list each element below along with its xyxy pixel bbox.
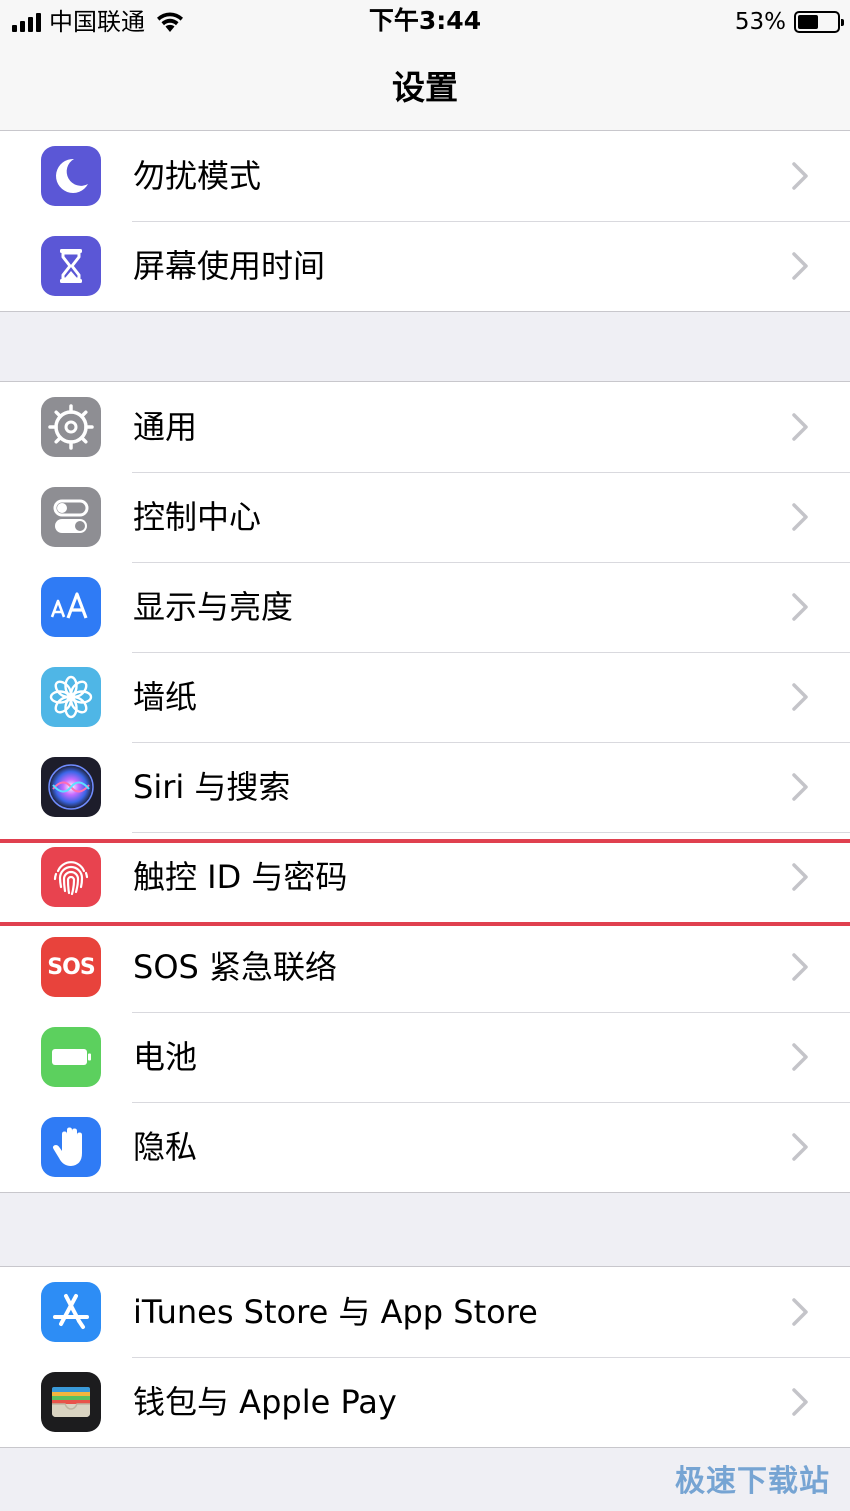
app-store-icon xyxy=(41,1282,101,1342)
moon-icon xyxy=(41,146,101,206)
battery-indicator-icon xyxy=(794,11,844,33)
settings-row-display-brightness[interactable]: 显示与亮度 xyxy=(0,562,850,652)
settings-row-itunes-app-store[interactable]: iTunes Store 与 App Store xyxy=(0,1267,850,1357)
status-bar: 中国联通 下午3:44 53% xyxy=(0,0,850,44)
fingerprint-icon xyxy=(41,847,101,907)
chevron-right-icon xyxy=(792,413,808,441)
gear-icon xyxy=(41,397,101,457)
sos-icon: SOS xyxy=(41,937,101,997)
wallet-icon xyxy=(41,1372,101,1432)
row-label: 控制中心 xyxy=(133,498,262,536)
siri-icon xyxy=(41,757,101,817)
settings-group-system: 通用 控制中心 显示与亮度 墙纸 Siri 与搜索 触控 ID 与密码 SOS … xyxy=(0,381,850,1193)
settings-group-focus: 勿扰模式 屏幕使用时间 xyxy=(0,130,850,312)
settings-row-wallet-apple-pay[interactable]: 钱包与 Apple Pay xyxy=(0,1357,850,1447)
chevron-right-icon xyxy=(792,1298,808,1326)
text-size-icon xyxy=(41,577,101,637)
chevron-right-icon xyxy=(792,1388,808,1416)
chevron-right-icon xyxy=(792,503,808,531)
row-label: 屏幕使用时间 xyxy=(133,247,326,285)
row-label: 通用 xyxy=(133,408,198,446)
row-label: 勿扰模式 xyxy=(133,157,262,195)
hand-icon xyxy=(41,1117,101,1177)
row-label: 触控 ID 与密码 xyxy=(133,858,348,896)
sos-icon-text: SOS xyxy=(47,954,95,980)
status-time: 下午3:44 xyxy=(368,6,482,35)
row-label: iTunes Store 与 App Store xyxy=(133,1293,538,1331)
row-label: SOS 紧急联络 xyxy=(133,948,337,986)
chevron-right-icon xyxy=(792,162,808,190)
chevron-right-icon xyxy=(792,593,808,621)
chevron-right-icon xyxy=(792,863,808,891)
chevron-right-icon xyxy=(792,252,808,280)
settings-row-general[interactable]: 通用 xyxy=(0,382,850,472)
chevron-right-icon xyxy=(792,1133,808,1161)
row-label: 隐私 xyxy=(133,1128,198,1166)
settings-row-wallpaper[interactable]: 墙纸 xyxy=(0,652,850,742)
settings-row-emergency-sos[interactable]: SOS SOS 紧急联络 xyxy=(0,922,850,1012)
chevron-right-icon xyxy=(792,683,808,711)
battery-icon xyxy=(41,1027,101,1087)
navigation-bar: 设置 xyxy=(0,44,850,131)
settings-row-do-not-disturb[interactable]: 勿扰模式 xyxy=(0,131,850,221)
settings-screen: 中国联通 下午3:44 53% 设置 勿扰模式 屏幕使用时间 通用 控制中心 显… xyxy=(0,0,850,1511)
settings-row-privacy[interactable]: 隐私 xyxy=(0,1102,850,1192)
settings-row-battery[interactable]: 电池 xyxy=(0,1012,850,1102)
settings-row-siri-search[interactable]: Siri 与搜索 xyxy=(0,742,850,832)
settings-group-stores: iTunes Store 与 App Store 钱包与 Apple Pay xyxy=(0,1266,850,1448)
row-label: 显示与亮度 xyxy=(133,588,294,626)
settings-row-screen-time[interactable]: 屏幕使用时间 xyxy=(0,221,850,311)
flower-icon xyxy=(41,667,101,727)
settings-row-control-center[interactable]: 控制中心 xyxy=(0,472,850,562)
battery-percent: 53% xyxy=(734,9,786,35)
page-title: 设置 xyxy=(392,68,458,107)
hourglass-icon xyxy=(41,236,101,296)
settings-row-touch-id-passcode[interactable]: 触控 ID 与密码 xyxy=(0,832,850,922)
toggles-icon xyxy=(41,487,101,547)
row-label: 墙纸 xyxy=(133,678,198,716)
row-label: 钱包与 Apple Pay xyxy=(133,1383,397,1421)
chevron-right-icon xyxy=(792,773,808,801)
watermark-text: 极速下载站 xyxy=(675,1464,830,1499)
chevron-right-icon xyxy=(792,1043,808,1071)
row-label: 电池 xyxy=(133,1038,198,1076)
battery-fill xyxy=(798,15,819,29)
row-label: Siri 与搜索 xyxy=(133,768,291,806)
chevron-right-icon xyxy=(792,953,808,981)
